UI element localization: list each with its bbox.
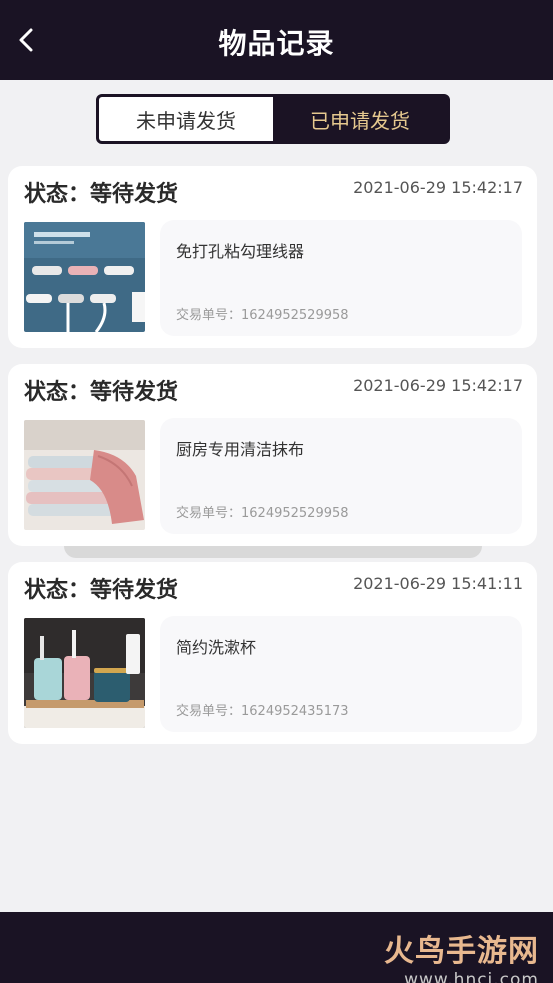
product-info: 简约洗漱杯 交易单号：1624952435173	[160, 616, 522, 732]
record-time: 2021-06-29 15:42:17	[353, 376, 523, 395]
status-label: 状态：等待发货	[24, 578, 179, 603]
product-image-toothbrush-cup	[24, 618, 145, 728]
status-label: 状态：等待发货	[24, 182, 179, 207]
order-number: 交易单号：1624952529958	[176, 506, 349, 521]
watermark-url: www.hncj.com	[404, 970, 539, 983]
product-name: 厨房专用清洁抹布	[176, 440, 305, 459]
tab-not-requested[interactable]: 未申请发货	[99, 97, 273, 141]
product-info: 厨房专用清洁抹布 交易单号：1624952529958	[160, 418, 522, 534]
bottom-bar: 火鸟手游网 www.hncj.com	[0, 912, 553, 983]
record-card[interactable]: 状态：等待发货 2021-06-29 15:41:11 简约洗漱杯 交易单号：1…	[8, 562, 537, 744]
product-name: 简约洗漱杯	[176, 638, 257, 657]
status-label: 状态：等待发货	[24, 380, 179, 405]
app-header: 物品记录	[0, 0, 553, 80]
record-card[interactable]: 状态：等待发货 2021-06-29 15:42:17 厨房专用清洁抹布 交易单…	[8, 364, 537, 546]
product-image-cleaning-cloth	[24, 420, 145, 530]
order-number: 交易单号：1624952435173	[176, 704, 349, 719]
record-card[interactable]: 状态：等待发货 2021-06-29 15:42:17 免打孔粘勾理线器 交易单…	[8, 166, 537, 348]
order-number: 交易单号：1624952529958	[176, 308, 349, 323]
watermark: 火鸟手游网 www.hncj.com	[384, 926, 539, 983]
scroll-divider	[64, 546, 482, 558]
shipment-tab-switch: 未申请发货 已申请发货	[96, 94, 450, 144]
product-info: 免打孔粘勾理线器 交易单号：1624952529958	[160, 220, 522, 336]
product-name: 免打孔粘勾理线器	[176, 242, 305, 261]
record-time: 2021-06-29 15:41:11	[353, 574, 523, 593]
record-time: 2021-06-29 15:42:17	[353, 178, 523, 197]
product-image-cable-organizer	[24, 222, 145, 332]
page-title: 物品记录	[218, 27, 335, 60]
watermark-logo: 火鸟手游网	[384, 934, 539, 969]
tab-requested[interactable]: 已申请发货	[273, 97, 447, 141]
